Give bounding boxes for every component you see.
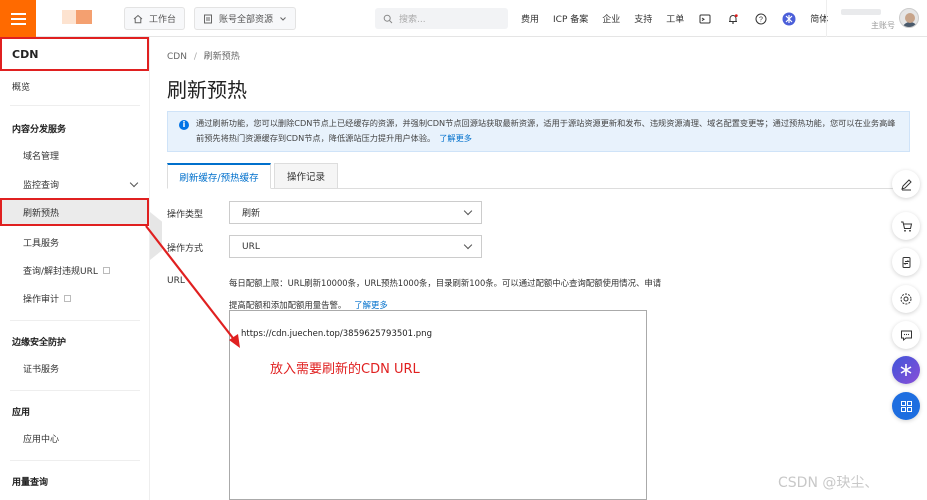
cart-icon [900,221,912,232]
link-enterprise[interactable]: 企业 [602,12,620,25]
search-icon [383,14,393,23]
resource-icon [204,14,212,23]
breadcrumb: CDN / 刷新预热 [167,49,240,62]
learn-more-link[interactable]: 了解更多 [439,133,472,143]
menu-icon [10,12,26,15]
breadcrumb-separator: / [193,52,197,62]
watermark: CSDN @玦尘、 [778,475,879,491]
link-support[interactable]: 支持 [634,12,652,25]
sync-tool-button[interactable] [892,248,920,276]
terminal-icon[interactable] [698,12,712,26]
sidebar-item-query-url[interactable]: 查询/解封违规URL [0,256,149,284]
chevron-down-icon [463,206,473,216]
account-name [841,9,881,15]
sidebar-item-overview[interactable]: 概览 [0,72,149,100]
tab-bar: 刷新缓存/预热缓存 操作记录 [167,163,910,189]
url-label: URL [167,276,185,286]
url-textarea[interactable]: https://cdn.juechen.top/3859625793501.pn… [229,310,647,500]
resources-label: 账号全部资源 [219,15,274,25]
sidebar-title[interactable]: CDN [0,37,149,71]
sidebar-item-cert[interactable]: 证书服务 [0,354,149,382]
chevron-down-icon [463,240,473,250]
annotation-text: 放入需要刷新的CDN URL [270,362,420,377]
breadcrumb-current: 刷新预热 [203,52,240,62]
assistant-icon[interactable] [782,12,796,26]
chat-tool-button[interactable] [892,321,920,349]
op-type-select[interactable]: 刷新 [229,201,482,224]
sidebar-group-usage: 用量查询 [12,478,49,488]
sidebar-item-domain[interactable]: 域名管理 [0,141,149,169]
sidebar-item-label: 查询/解封违规URL [23,266,98,277]
sidebar-group-content: 内容分发服务 [12,125,67,135]
info-icon: i [179,120,189,130]
bell-icon[interactable] [726,12,740,26]
quota-learn-more-link[interactable]: 了解更多 [354,300,388,310]
op-mode-value: URL [242,241,260,252]
top-bar: 工作台 账号全部资源 搜索... 费用 ICP 备案 企业 支持 工单 ? 简体… [0,0,927,37]
account-menu[interactable]: 主账号 [826,0,927,37]
tab-refresh-prefetch[interactable]: 刷新缓存/预热缓存 [167,163,271,189]
op-mode-select[interactable]: URL [229,235,482,258]
sidebar-group-apps: 应用 [12,408,31,418]
sidebar-item-label: 操作审计 [23,294,60,305]
sidebar-group-edge: 边缘安全防护 [12,338,67,348]
tab-operation-log[interactable]: 操作记录 [274,163,338,189]
workbench-button[interactable]: 工作台 [124,7,186,30]
link-billing[interactable]: 费用 [521,12,539,25]
breadcrumb-cdn[interactable]: CDN [167,52,187,62]
pencil-icon [900,178,912,190]
link-ticket[interactable]: 工单 [666,12,684,25]
resources-dropdown[interactable]: 账号全部资源 [194,7,297,30]
sync-icon [902,256,910,268]
svg-text:?: ? [759,16,763,23]
chevron-down-icon [280,16,286,21]
sidebar: CDN 概览 内容分发服务 域名管理 监控查询 刷新预热 工具服务 查询/解封违… [0,37,150,500]
sidebar-collapse-handle[interactable] [150,212,162,260]
sidebar-item-audit[interactable]: 操作审计 [0,284,149,312]
cart-tool-button[interactable] [892,212,920,240]
url-textarea-value: https://cdn.juechen.top/3859625793501.pn… [241,329,432,339]
home-icon [133,14,143,23]
op-type-value: 刷新 [242,209,261,219]
info-banner: i 通过刷新功能，您可以删除CDN节点上已经缓存的资源，并强制CDN节点回源站获… [167,111,910,152]
account-type: 主账号 [871,21,895,30]
ai-assistant-button[interactable] [892,356,920,384]
sidebar-item-refresh[interactable]: 刷新预热 [0,198,149,226]
gear-icon [900,293,912,305]
quota-hint-text: 每日配额上限：URL刷新10000条，URL预热1000条，目录刷新100条。可… [229,278,662,310]
search-input[interactable]: 搜索... [375,8,508,29]
chevron-down-icon [129,178,139,188]
sidebar-item-tools[interactable]: 工具服务 [0,228,149,256]
settings-tool-button[interactable] [892,285,920,313]
logo[interactable] [62,10,92,24]
op-type-label: 操作类型 [167,210,204,220]
chat-icon [900,330,912,341]
op-mode-label: 操作方式 [167,244,204,254]
sidebar-item-label: 监控查询 [23,180,60,191]
info-text: 通过刷新功能，您可以删除CDN节点上已经缓存的资源，并强制CDN节点回源站获取最… [196,118,896,143]
external-link-icon [102,266,110,274]
sidebar-item-app-center[interactable]: 应用中心 [0,424,149,452]
apps-tool-button[interactable] [892,392,920,420]
search-placeholder: 搜索... [399,15,426,25]
sidebar-item-monitor[interactable]: 监控查询 [0,170,149,198]
menu-button[interactable] [0,0,36,37]
grid-icon [900,400,912,412]
page-title: 刷新预热 [167,78,247,102]
link-icp[interactable]: ICP 备案 [553,12,588,25]
assistant-icon [900,364,912,376]
avatar[interactable] [899,8,919,28]
help-icon[interactable]: ? [754,12,768,26]
edit-tool-button[interactable] [892,170,920,198]
workbench-label: 工作台 [149,15,177,25]
external-link-icon [64,294,72,302]
